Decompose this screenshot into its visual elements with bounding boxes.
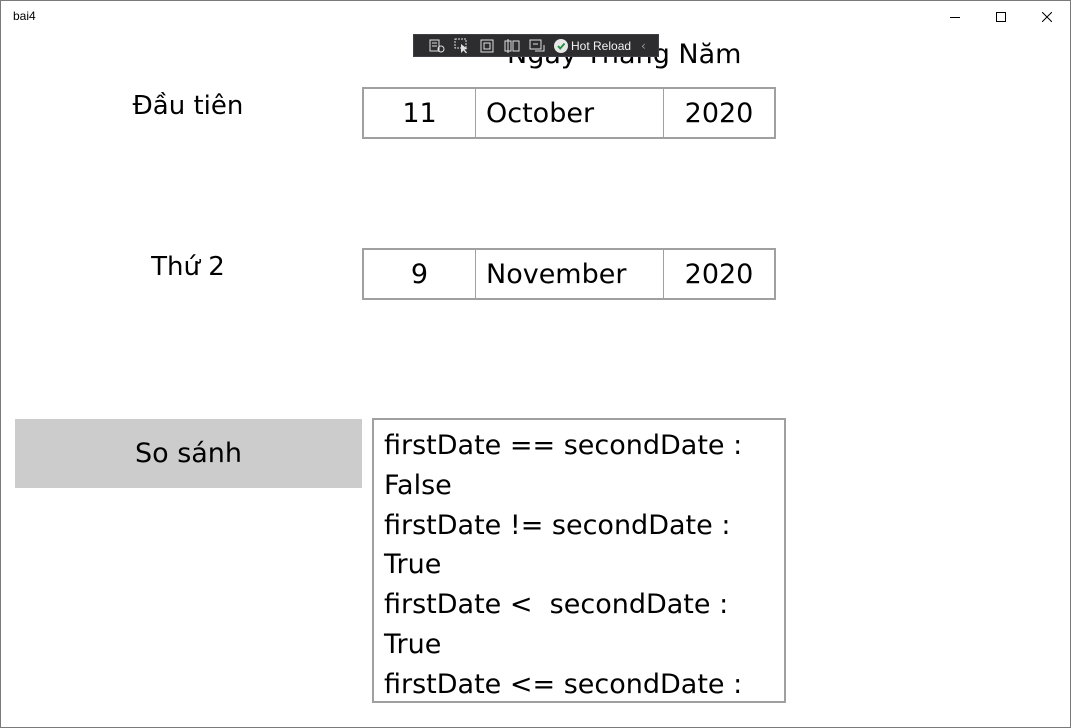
- result-textbox[interactable]: firstDate == secondDate : False firstDat…: [372, 418, 786, 703]
- second-year-field[interactable]: 2020: [664, 250, 774, 298]
- first-year-field[interactable]: 2020: [664, 89, 774, 137]
- first-date-picker[interactable]: 11 October 2020: [362, 87, 776, 139]
- select-element-icon[interactable]: [451, 35, 473, 56]
- track-focus-icon[interactable]: [501, 35, 523, 56]
- app-window: bai4 Ngày Tháng Năm: [0, 0, 1071, 728]
- title-bar[interactable]: bai4: [1, 1, 1070, 33]
- minimize-button[interactable]: [932, 1, 978, 33]
- binding-failures-icon[interactable]: [526, 35, 548, 56]
- second-date-picker[interactable]: 9 November 2020: [362, 248, 776, 300]
- live-visual-tree-icon[interactable]: [426, 35, 448, 56]
- maximize-icon: [996, 12, 1006, 22]
- xaml-debug-toolbar: Hot Reload ‹: [413, 34, 659, 57]
- second-day-field[interactable]: 9: [364, 250, 476, 298]
- second-month-field[interactable]: November: [476, 250, 664, 298]
- first-date-label: Đầu tiên: [132, 91, 244, 121]
- hot-reload-label: Hot Reload: [571, 38, 632, 53]
- checkmark-icon: [554, 38, 568, 53]
- hot-reload-button[interactable]: Hot Reload: [554, 38, 632, 53]
- display-layout-adorners-icon[interactable]: [476, 35, 498, 56]
- second-date-label: Thứ 2: [151, 252, 225, 282]
- minimize-icon: [950, 17, 960, 18]
- first-month-field[interactable]: October: [476, 89, 664, 137]
- first-day-field[interactable]: 11: [364, 89, 476, 137]
- compare-button[interactable]: So sánh: [15, 419, 362, 488]
- collapse-toolbar-icon[interactable]: ‹: [641, 39, 646, 53]
- window-title: bai4: [13, 9, 36, 23]
- close-icon: [1042, 12, 1052, 22]
- maximize-button[interactable]: [978, 1, 1024, 33]
- close-button[interactable]: [1024, 1, 1070, 33]
